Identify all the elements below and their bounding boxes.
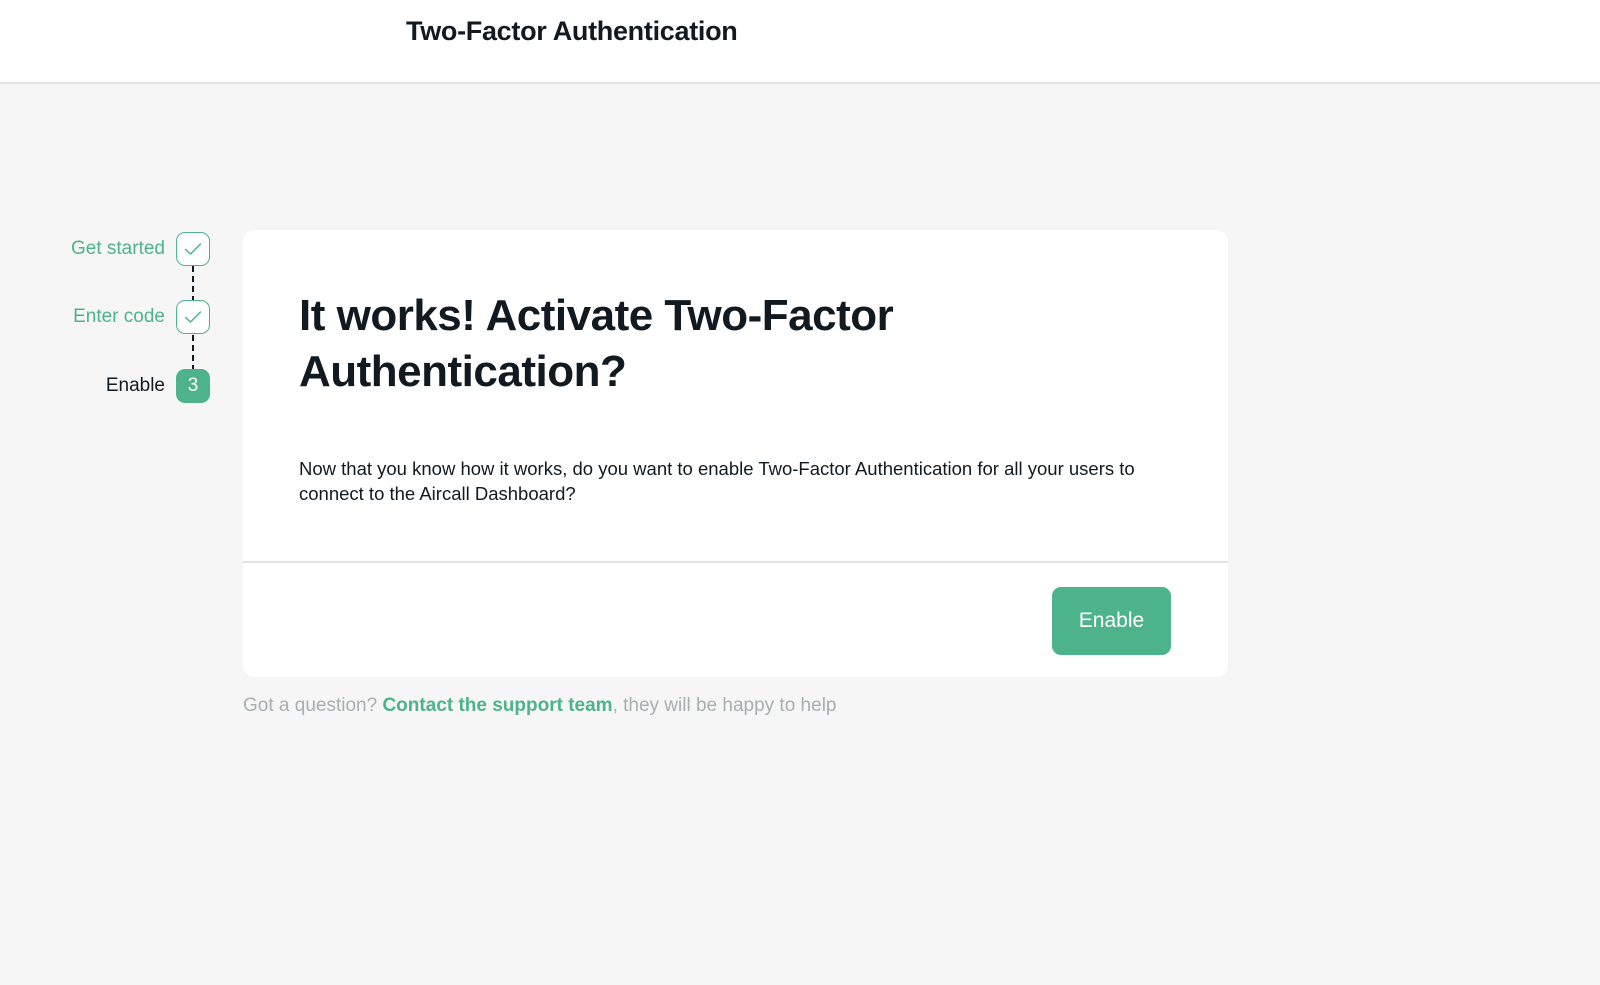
help-suffix: , they will be happy to help [612,695,837,716]
card-divider [243,561,1228,563]
step-connector [192,266,194,302]
check-icon [176,300,210,334]
step-get-started: Get started [71,232,210,266]
progress-stepper: Get started Enter code Enable 3 [0,0,220,985]
contact-support-link[interactable]: Contact the support team [382,695,612,716]
enable-button[interactable]: Enable [1052,587,1171,655]
step-label: Enter code [73,306,165,327]
card-title: It works! Activate Two-Factor Authentica… [299,291,894,396]
step-enter-code: Enter code [73,300,210,334]
help-prefix: Got a question? [243,695,383,716]
top-header: Two-Factor Authentication [0,0,1600,84]
step-label: Get started [71,238,165,259]
card-description: Now that you know how it works, do you w… [299,458,1135,504]
check-icon [176,232,210,266]
step-connector [192,335,194,371]
help-text: Got a question? Contact the support team… [243,695,836,717]
step-enable: Enable 3 [106,369,210,403]
step-label: Enable [105,375,165,396]
activation-card: It works! Activate Two-Factor Authentica… [243,230,1228,677]
step-number-badge: 3 [176,369,210,403]
page-title: Two-Factor Authentication [406,16,738,46]
